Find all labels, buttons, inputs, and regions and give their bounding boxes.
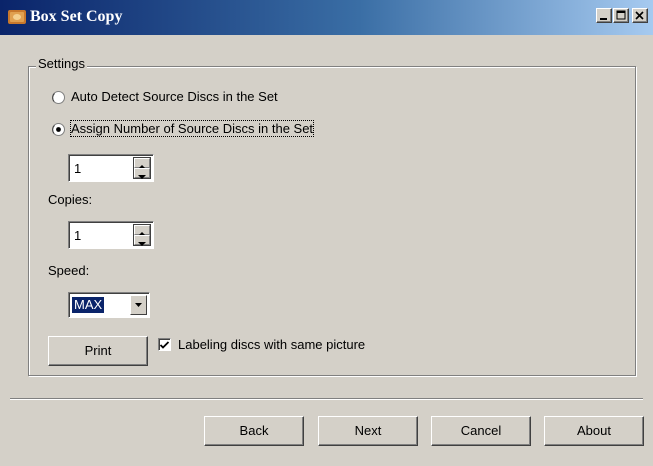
source-discs-spinbox[interactable]: 1 <box>68 154 154 182</box>
labeling-checkbox-label[interactable]: Labeling discs with same picture <box>178 337 365 352</box>
arrow-down-icon <box>138 242 146 246</box>
box-set-copy-window: Box Set Copy Settings Auto Detect Source… <box>0 0 653 466</box>
copies-spin-buttons[interactable] <box>133 224 151 246</box>
copies-label: Copies: <box>48 192 93 207</box>
back-button-label: ack <box>248 423 269 438</box>
copies-value[interactable]: 1 <box>74 228 81 243</box>
print-button[interactable]: Print <box>48 336 148 366</box>
footer-separator <box>10 398 643 400</box>
back-button[interactable]: Back <box>204 416 304 446</box>
spin-down-button[interactable] <box>134 235 150 246</box>
close-button[interactable] <box>632 8 648 23</box>
cancel-button-label: ancel <box>470 423 502 438</box>
chevron-down-icon <box>135 303 142 307</box>
maximize-button[interactable] <box>613 8 629 23</box>
minimize-button[interactable] <box>596 8 612 23</box>
checkmark-icon <box>159 341 170 349</box>
spin-up-button[interactable] <box>134 225 150 236</box>
radio-auto-detect[interactable] <box>52 91 65 104</box>
speed-selected-value[interactable]: MAX <box>72 297 105 313</box>
settings-group-label: Settings <box>36 56 87 71</box>
print-button-mnemonic: P <box>84 343 94 358</box>
speed-label: Speed: <box>48 263 90 278</box>
about-button[interactable]: About <box>544 416 644 446</box>
labeling-checkbox[interactable] <box>158 338 171 351</box>
maximize-icon <box>616 10 626 20</box>
source-discs-value[interactable]: 1 <box>74 161 81 176</box>
about-button-label: bout <box>585 423 611 438</box>
minimize-icon <box>600 18 607 20</box>
title-bar[interactable]: Box Set Copy <box>0 0 653 35</box>
next-button-label: ext <box>364 423 382 438</box>
arrow-down-icon <box>138 175 146 179</box>
next-button[interactable]: Next <box>318 416 418 446</box>
close-icon <box>635 11 644 20</box>
speed-dropdown[interactable]: MAX <box>68 292 150 318</box>
copies-spinbox[interactable]: 1 <box>68 221 154 249</box>
radio-assign-number[interactable] <box>52 123 65 136</box>
spin-down-button[interactable] <box>134 168 150 179</box>
radio-assign-number-label[interactable]: Assign Number of Source Discs in the Set <box>69 120 315 137</box>
back-button-mnemonic: B <box>239 423 249 438</box>
source-discs-spin-buttons[interactable] <box>133 157 151 179</box>
about-button-mnemonic: A <box>577 423 586 438</box>
cancel-button[interactable]: Cancel <box>431 416 531 446</box>
print-button-label: rint <box>93 343 112 358</box>
speed-dropdown-button[interactable] <box>130 295 147 315</box>
radio-auto-detect-label[interactable]: Auto Detect Source Discs in the Set <box>71 89 278 104</box>
window-title: Box Set Copy <box>30 8 123 25</box>
app-disc-icon <box>8 10 26 24</box>
cancel-button-mnemonic: C <box>460 423 471 438</box>
next-button-mnemonic: N <box>354 423 365 438</box>
spin-up-button[interactable] <box>134 158 150 169</box>
